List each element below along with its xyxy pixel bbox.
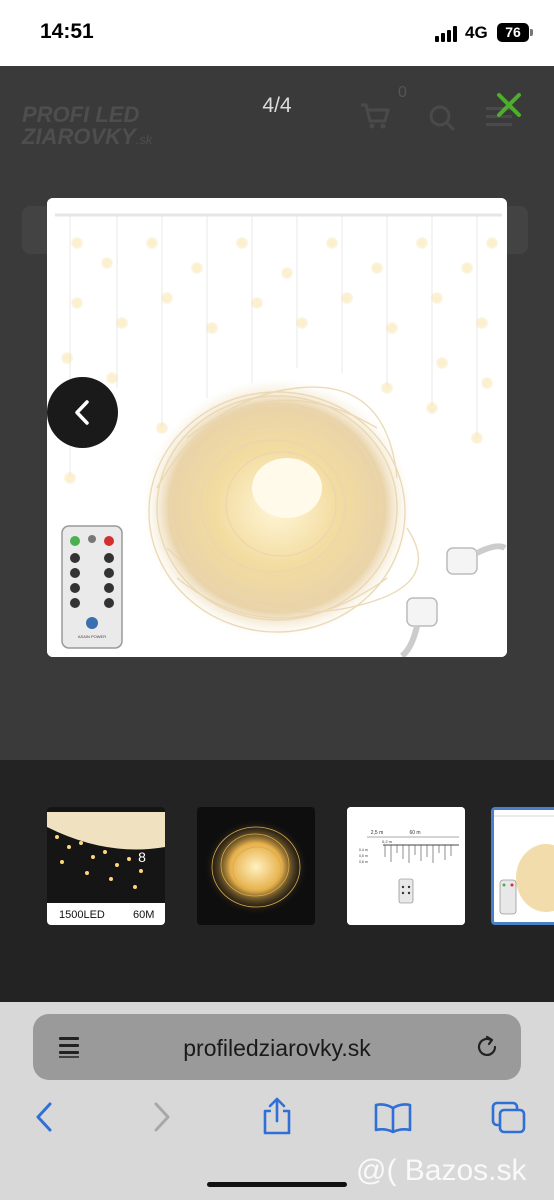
home-indicator [207,1182,347,1187]
dim-spacing: 0,2 m [382,839,393,844]
thumb-icicle-lights[interactable]: 8 1500LED 60M [47,807,165,925]
share-icon[interactable] [260,1096,294,1136]
remote-title: ASAIN POWER [78,634,106,639]
battery-level: 76 [505,24,521,40]
status-bar: 14:51 4G 76 [0,0,554,66]
signal-icon [435,26,459,42]
browser-toolbar: profiledziarovky.sk @( Bazos.sk [0,1002,554,1200]
thumb-diagram-image: 2,5 m 60 m 0,2 m 0,4 m 0,5 m 0,6 m [347,807,465,925]
tabs-icon[interactable] [490,1100,528,1136]
bookmarks-icon[interactable] [373,1102,413,1134]
battery-icon: 76 [497,23,529,42]
chevron-left-icon [75,400,89,425]
url-text: profiledziarovky.sk [183,1035,371,1061]
battery-tip [530,29,533,36]
previous-image-button[interactable] [47,377,118,448]
thumb-dimension-diagram[interactable]: 2,5 m 60 m 0,2 m 0,4 m 0,5 m 0,6 m [347,807,465,925]
thumb-icicle-image: 8 1500LED 60M [47,807,165,925]
status-time: 14:51 [40,20,94,43]
thumb-length-label: 60M [133,909,154,921]
thumb-light-coil[interactable] [197,807,315,925]
logo-suffix: .sk [135,132,153,147]
logo-line-2: ZIAROVKY [22,124,136,149]
thumb-product-active[interactable] [491,807,554,925]
network-type: 4G [465,23,488,42]
thumb-active-image [494,810,554,922]
url-bar[interactable]: profiledziarovky.sk [33,1014,521,1080]
thumb-badge: 8 [138,849,146,865]
thumb-coil-image [197,807,315,925]
drop-length-1: 0,4 m [359,848,368,852]
remote-control: ASAIN POWER [61,525,123,649]
watermark: @( Bazos.sk [356,1154,527,1187]
forward-icon[interactable] [148,1100,176,1134]
dim-top-left: 2,5 m [371,830,384,836]
gallery-counter: 4/4 [262,94,292,117]
reload-icon[interactable] [474,1034,500,1060]
drop-length-2: 0,5 m [359,854,368,858]
thumbnail-strip: 8 1500LED 60M 2,5 m 60 m 0,2 m 0,4 m 0,5… [0,760,554,1002]
close-x-icon[interactable] [492,88,526,122]
back-icon[interactable] [30,1100,58,1134]
dim-top-right: 60 m [409,830,420,836]
drop-length-3: 0,6 m [359,860,368,864]
thumb-led-label: 1500LED [59,909,105,921]
